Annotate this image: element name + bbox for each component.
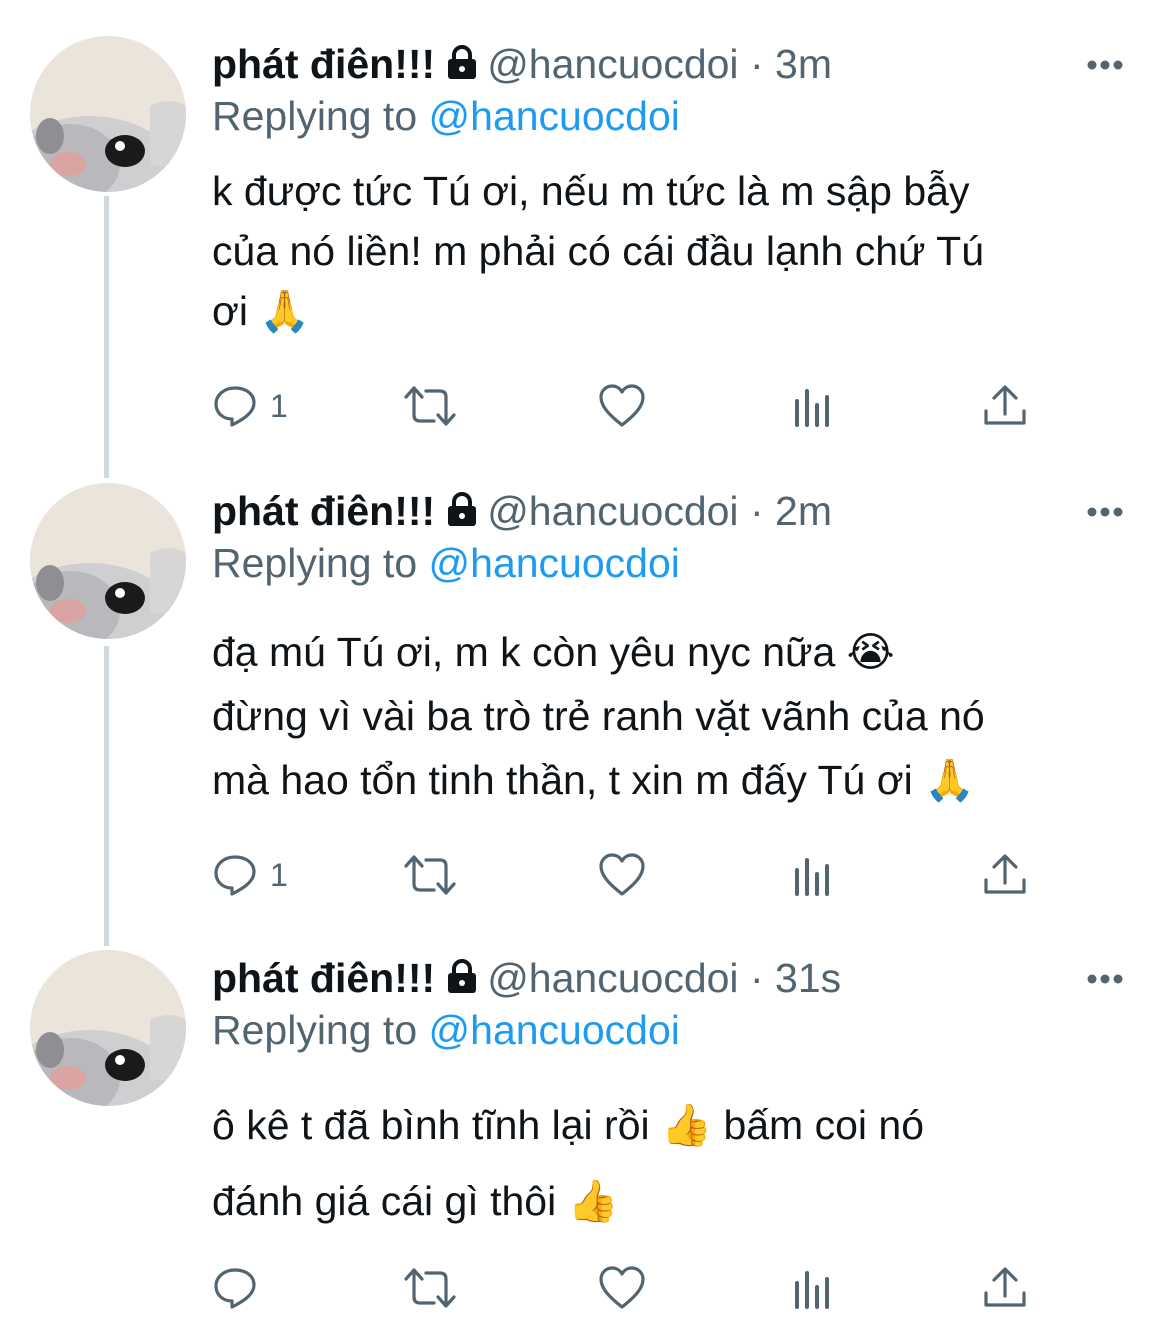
timestamp[interactable]: 2m	[775, 488, 832, 534]
tweet-text: k được tức Tú ơi, nếu m tức là m sập bẫy…	[212, 161, 1142, 341]
reply-button[interactable]: 1	[212, 847, 288, 903]
tweet-text: ô kê t đã bình tĩnh lại rồi 👍 bấm coi nó…	[212, 1087, 1142, 1239]
replying-to-link[interactable]: @hancuocdoi	[429, 1007, 680, 1053]
replying-to-link[interactable]: @hancuocdoi	[429, 540, 680, 586]
tweet-text-line: mà hao tổn tinh thần, t xin m đấy Tú ơi …	[212, 757, 976, 803]
retweet-button[interactable]	[402, 1260, 458, 1316]
avatar[interactable]	[30, 950, 186, 1106]
share-button[interactable]	[982, 378, 1028, 434]
tweet[interactable]: phát điên!!! @hancuocdoi · 3m Replying to…	[0, 34, 1170, 444]
reply-icon	[212, 852, 258, 898]
tweet-text-line: k được tức Tú ơi, nếu m tức là m sập bẫy	[212, 168, 970, 214]
tweet-actions: 1	[212, 378, 1042, 434]
retweet-button[interactable]	[402, 378, 458, 434]
retweet-icon	[402, 1265, 458, 1311]
replying-to: Replying to @hancuocdoi	[212, 86, 680, 146]
like-icon	[598, 383, 646, 429]
more-icon[interactable]	[1086, 58, 1124, 72]
more-icon[interactable]	[1086, 505, 1124, 519]
tweet-text-line: ơi 🙏	[212, 288, 311, 334]
avatar[interactable]	[30, 36, 186, 192]
separator-dot: ·	[749, 41, 764, 87]
reply-icon	[212, 383, 258, 429]
analytics-button[interactable]	[792, 847, 834, 903]
share-button[interactable]	[982, 1260, 1028, 1316]
retweet-icon	[402, 852, 458, 898]
like-button[interactable]	[598, 1260, 646, 1316]
reply-icon	[212, 1265, 258, 1311]
analytics-button[interactable]	[792, 378, 834, 434]
tweet-header: phát điên!!! @hancuocdoi · 31s	[212, 948, 841, 1008]
display-name[interactable]: phát điên!!!	[212, 41, 435, 87]
reply-button[interactable]: 1	[212, 378, 288, 434]
handle[interactable]: @hancuocdoi	[487, 488, 738, 534]
analytics-icon	[792, 383, 834, 429]
analytics-button[interactable]	[792, 1260, 834, 1316]
display-name[interactable]: phát điên!!!	[212, 488, 435, 534]
reply-count: 1	[270, 856, 288, 893]
replying-label: Replying to	[212, 540, 418, 586]
replying-label: Replying to	[212, 93, 418, 139]
like-icon	[598, 1265, 646, 1311]
tweet-text-line: ô kê t đã bình tĩnh lại rồi 👍 bấm coi nó	[212, 1102, 924, 1148]
avatar[interactable]	[30, 483, 186, 639]
retweet-button[interactable]	[402, 847, 458, 903]
tweet-header: phát điên!!! @hancuocdoi · 2m	[212, 481, 832, 541]
timestamp[interactable]: 31s	[775, 955, 841, 1001]
retweet-icon	[402, 383, 458, 429]
tweet-text: đạ mú Tú ơi, m k còn yêu nyc nữa 😭 đừng …	[212, 620, 1142, 812]
reply-button[interactable]	[212, 1260, 270, 1316]
replying-to: Replying to @hancuocdoi	[212, 533, 680, 593]
like-button[interactable]	[598, 378, 646, 434]
share-icon	[982, 383, 1028, 429]
replying-to: Replying to @hancuocdoi	[212, 1000, 680, 1060]
tweet[interactable]: phát điên!!! @hancuocdoi · 2m Replying to…	[0, 481, 1170, 921]
tweet-text-line: của nó liền! m phải có cái đầu lạnh chứ …	[212, 228, 984, 274]
handle[interactable]: @hancuocdoi	[487, 41, 738, 87]
tweet-text-line: đánh giá cái gì thôi 👍	[212, 1178, 619, 1224]
tweet-actions: 1	[212, 847, 1042, 903]
separator-dot: ·	[749, 488, 764, 534]
like-icon	[598, 852, 646, 898]
tweet-actions	[212, 1260, 1042, 1316]
reply-count: 1	[270, 387, 288, 424]
share-icon	[982, 1265, 1028, 1311]
tweet-text-line: đừng vì vài ba trò trẻ ranh vặt vãnh của…	[212, 693, 985, 739]
tweet-text-line: đạ mú Tú ơi, m k còn yêu nyc nữa 😭	[212, 629, 895, 675]
separator-dot: ·	[749, 955, 764, 1001]
more-icon[interactable]	[1086, 972, 1124, 986]
tweet-header: phát điên!!! @hancuocdoi · 3m	[212, 34, 832, 94]
handle[interactable]: @hancuocdoi	[487, 955, 738, 1001]
analytics-icon	[792, 1265, 834, 1311]
share-icon	[982, 852, 1028, 898]
replying-to-link[interactable]: @hancuocdoi	[429, 93, 680, 139]
replying-label: Replying to	[212, 1007, 418, 1053]
timestamp[interactable]: 3m	[775, 41, 832, 87]
share-button[interactable]	[982, 847, 1028, 903]
analytics-icon	[792, 852, 834, 898]
tweet[interactable]: phát điên!!! @hancuocdoi · 31s Replying t…	[0, 948, 1170, 1336]
like-button[interactable]	[598, 847, 646, 903]
display-name[interactable]: phát điên!!!	[212, 955, 435, 1001]
